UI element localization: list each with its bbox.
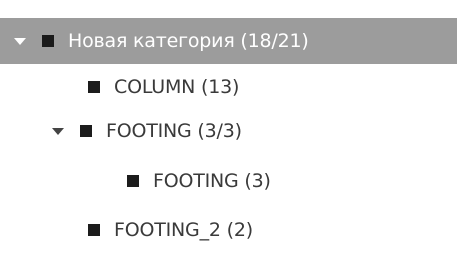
expand-arrow-icon[interactable] (52, 127, 64, 135)
tree-node-footing-2[interactable]: FOOTING_2 (2) (0, 207, 253, 253)
category-square-icon (80, 125, 92, 137)
category-square-icon (42, 35, 54, 47)
tree-node-footing-group[interactable]: FOOTING (3/3) (0, 108, 242, 154)
tree-node-label: FOOTING (3) (153, 170, 271, 192)
tree-node-label: FOOTING_2 (2) (114, 219, 253, 241)
category-square-icon (127, 175, 139, 187)
category-tree: Новая категория (18/21) COLUMN (13) FOOT… (0, 0, 457, 260)
tree-node-root-category[interactable]: Новая категория (18/21) (0, 18, 457, 64)
tree-node-label: Новая категория (18/21) (68, 30, 309, 52)
tree-node-label: COLUMN (13) (114, 76, 240, 98)
category-square-icon (88, 81, 100, 93)
tree-node-column[interactable]: COLUMN (13) (0, 64, 239, 110)
expand-arrow-icon[interactable] (14, 37, 26, 45)
tree-node-footing[interactable]: FOOTING (3) (0, 158, 271, 204)
category-square-icon (88, 224, 100, 236)
tree-node-label: FOOTING (3/3) (106, 120, 242, 142)
